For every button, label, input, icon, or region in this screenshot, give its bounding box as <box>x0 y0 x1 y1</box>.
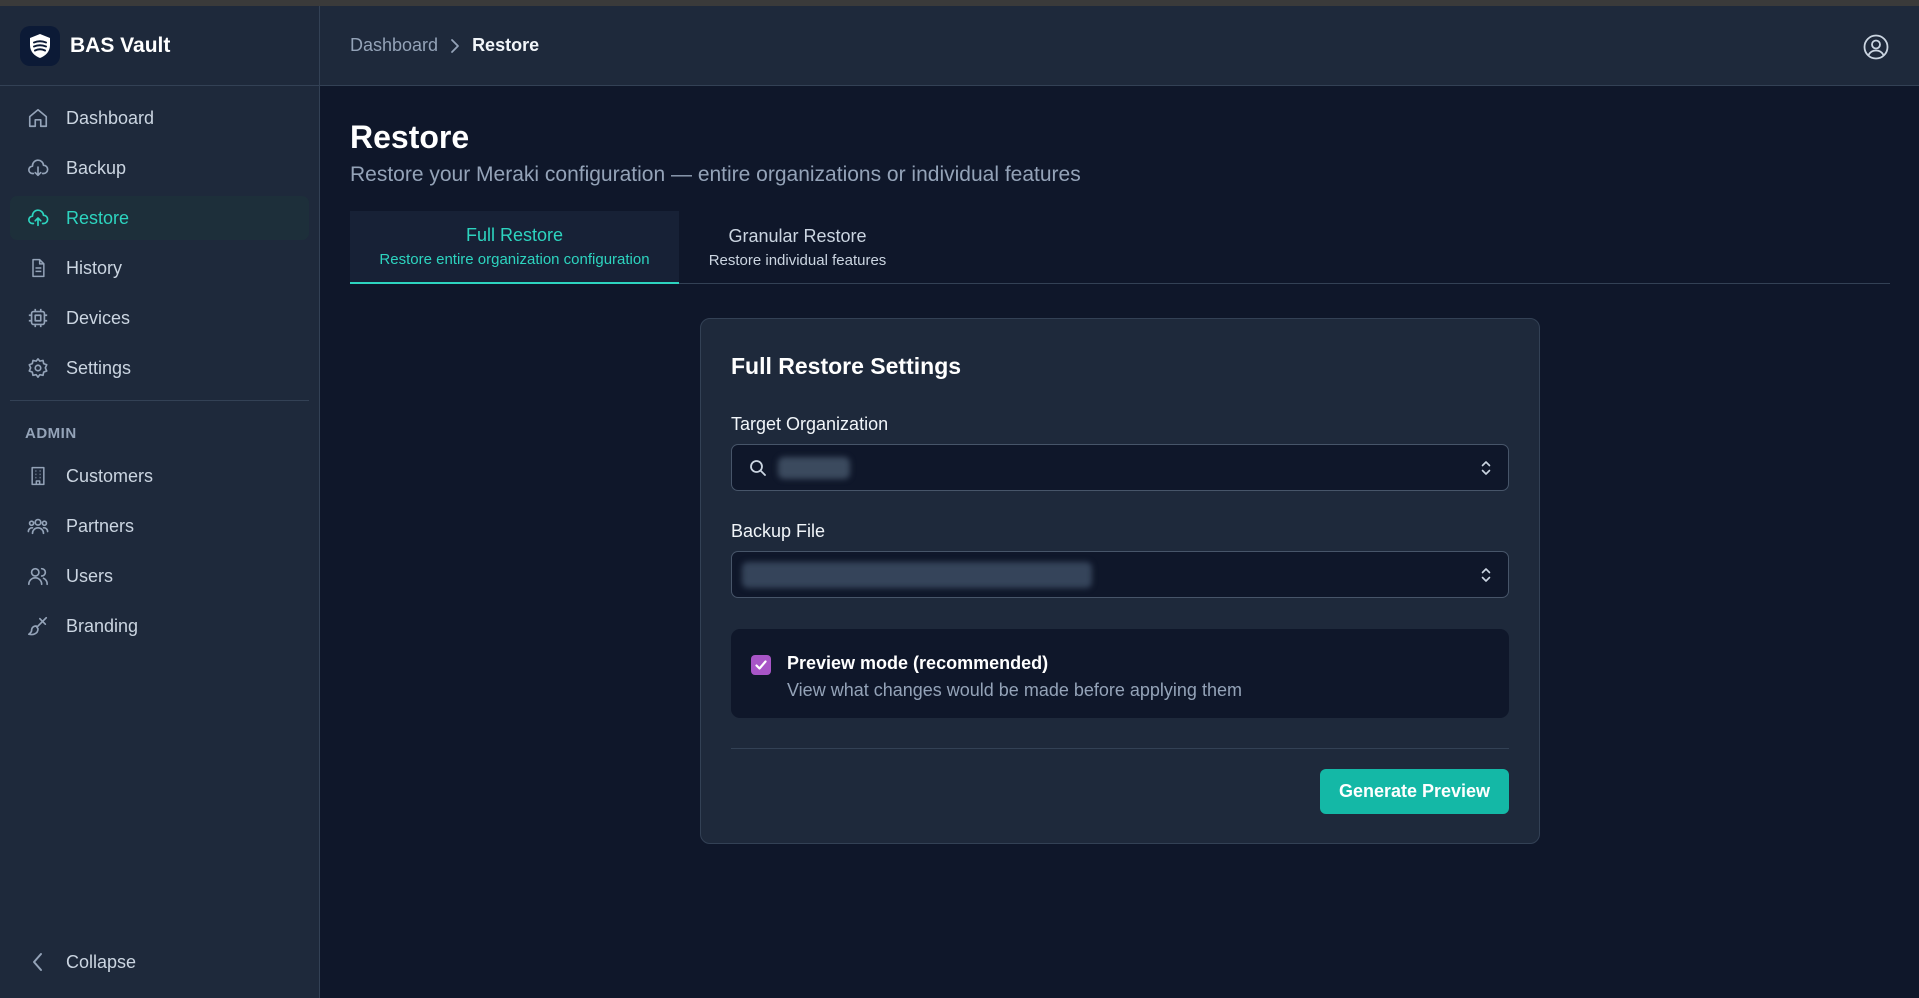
sidebar-item-restore[interactable]: Restore <box>10 196 309 240</box>
main-content: Restore Restore your Meraki configuratio… <box>350 86 1890 284</box>
search-icon <box>750 459 766 476</box>
gear-icon <box>26 356 50 380</box>
tab-title: Full Restore <box>465 225 564 245</box>
chip-icon <box>26 306 50 330</box>
app-name: BAS Vault <box>70 33 171 57</box>
sidebar-item-label: Dashboard <box>66 107 155 128</box>
target-organization-select[interactable] <box>731 444 1509 491</box>
admin-section-label: ADMIN <box>25 425 77 442</box>
card-title: Full Restore Settings <box>731 353 962 379</box>
chevron-right-icon <box>450 38 460 54</box>
sidebar-item-branding[interactable]: Branding <box>10 604 309 648</box>
sidebar-item-customers[interactable]: Customers <box>10 454 309 498</box>
redacted-backup-file-value <box>742 561 1092 588</box>
sidebar-item-label: Backup <box>66 157 127 178</box>
tab-title: Granular Restore <box>728 226 867 246</box>
brush-icon <box>26 614 50 638</box>
sidebar-item-label: Users <box>66 565 114 586</box>
backup-file-label: Backup File <box>731 521 826 541</box>
shield-logo-icon <box>20 25 60 66</box>
tab-description: Restore entire organization configuratio… <box>379 251 650 268</box>
check-icon <box>755 660 767 670</box>
page-title: Restore <box>350 119 470 155</box>
chevron-up-down-icon <box>1481 461 1491 475</box>
breadcrumb: Dashboard Restore <box>350 35 539 56</box>
breadcrumb-dashboard-link[interactable]: Dashboard <box>350 35 438 56</box>
building-icon <box>26 464 50 488</box>
sidebar-item-devices[interactable]: Devices <box>10 296 309 340</box>
group-icon <box>26 514 50 538</box>
restore-tabs: Full Restore Restore entire organization… <box>350 211 1890 284</box>
file-icon <box>26 256 50 280</box>
card-divider <box>731 748 1509 749</box>
users-icon <box>26 564 50 588</box>
preview-mode-option: Preview mode (recommended) View what cha… <box>731 629 1509 718</box>
sidebar-item-dashboard[interactable]: Dashboard <box>10 96 309 140</box>
backup-file-select[interactable] <box>731 551 1509 598</box>
collapse-button[interactable]: Collapse <box>10 940 310 984</box>
sidebar-item-label: Restore <box>66 207 130 228</box>
generate-preview-button[interactable]: Generate Preview <box>1320 769 1509 814</box>
sidebar-item-partners[interactable]: Partners <box>10 504 309 548</box>
sidebar-item-label: Customers <box>66 465 154 486</box>
sidebar-item-label: Settings <box>66 357 132 378</box>
collapse-label: Collapse <box>66 951 137 972</box>
main-nav: Dashboard Backup Restore History Devices <box>0 86 319 390</box>
sidebar-item-label: Partners <box>66 515 135 536</box>
chevron-left-icon <box>26 950 50 974</box>
tab-description: Restore individual features <box>708 252 887 269</box>
preview-mode-title: Preview mode (recommended) <box>787 653 1049 673</box>
page-subtitle: Restore your Meraki configuration — enti… <box>350 163 1081 186</box>
full-restore-settings-card: Full Restore Settings Target Organizatio… <box>700 318 1540 844</box>
sidebar-item-label: Devices <box>66 307 131 328</box>
tab-granular-restore[interactable]: Granular Restore Restore individual feat… <box>679 211 916 284</box>
redacted-organization-value <box>778 456 850 479</box>
sidebar-item-users[interactable]: Users <box>10 554 309 598</box>
card-actions: Generate Preview <box>731 769 1509 814</box>
sidebar-item-settings[interactable]: Settings <box>10 346 309 390</box>
cloud-upload-icon <box>26 206 50 230</box>
admin-nav: Customers Partners Users Branding <box>0 454 319 648</box>
sidebar-item-label: History <box>66 257 123 278</box>
sidebar: BAS Vault Dashboard Backup Restore Histo… <box>0 6 320 998</box>
tab-full-restore[interactable]: Full Restore Restore entire organization… <box>350 211 679 284</box>
sidebar-item-backup[interactable]: Backup <box>10 146 309 190</box>
chevron-up-down-icon <box>1481 568 1491 582</box>
brand: BAS Vault <box>0 6 319 86</box>
sidebar-item-history[interactable]: History <box>10 246 309 290</box>
top-header: Dashboard Restore <box>320 6 1919 86</box>
home-icon <box>26 106 50 130</box>
sidebar-item-label: Branding <box>66 615 139 636</box>
user-account-icon[interactable] <box>1863 34 1889 60</box>
target-organization-label: Target Organization <box>731 414 889 434</box>
preview-mode-description: View what changes would be made before a… <box>787 680 1242 700</box>
breadcrumb-current: Restore <box>472 35 540 55</box>
preview-mode-checkbox[interactable] <box>751 655 771 675</box>
cloud-download-icon <box>26 156 50 180</box>
preview-mode-text: Preview mode (recommended) View what cha… <box>787 653 1242 701</box>
